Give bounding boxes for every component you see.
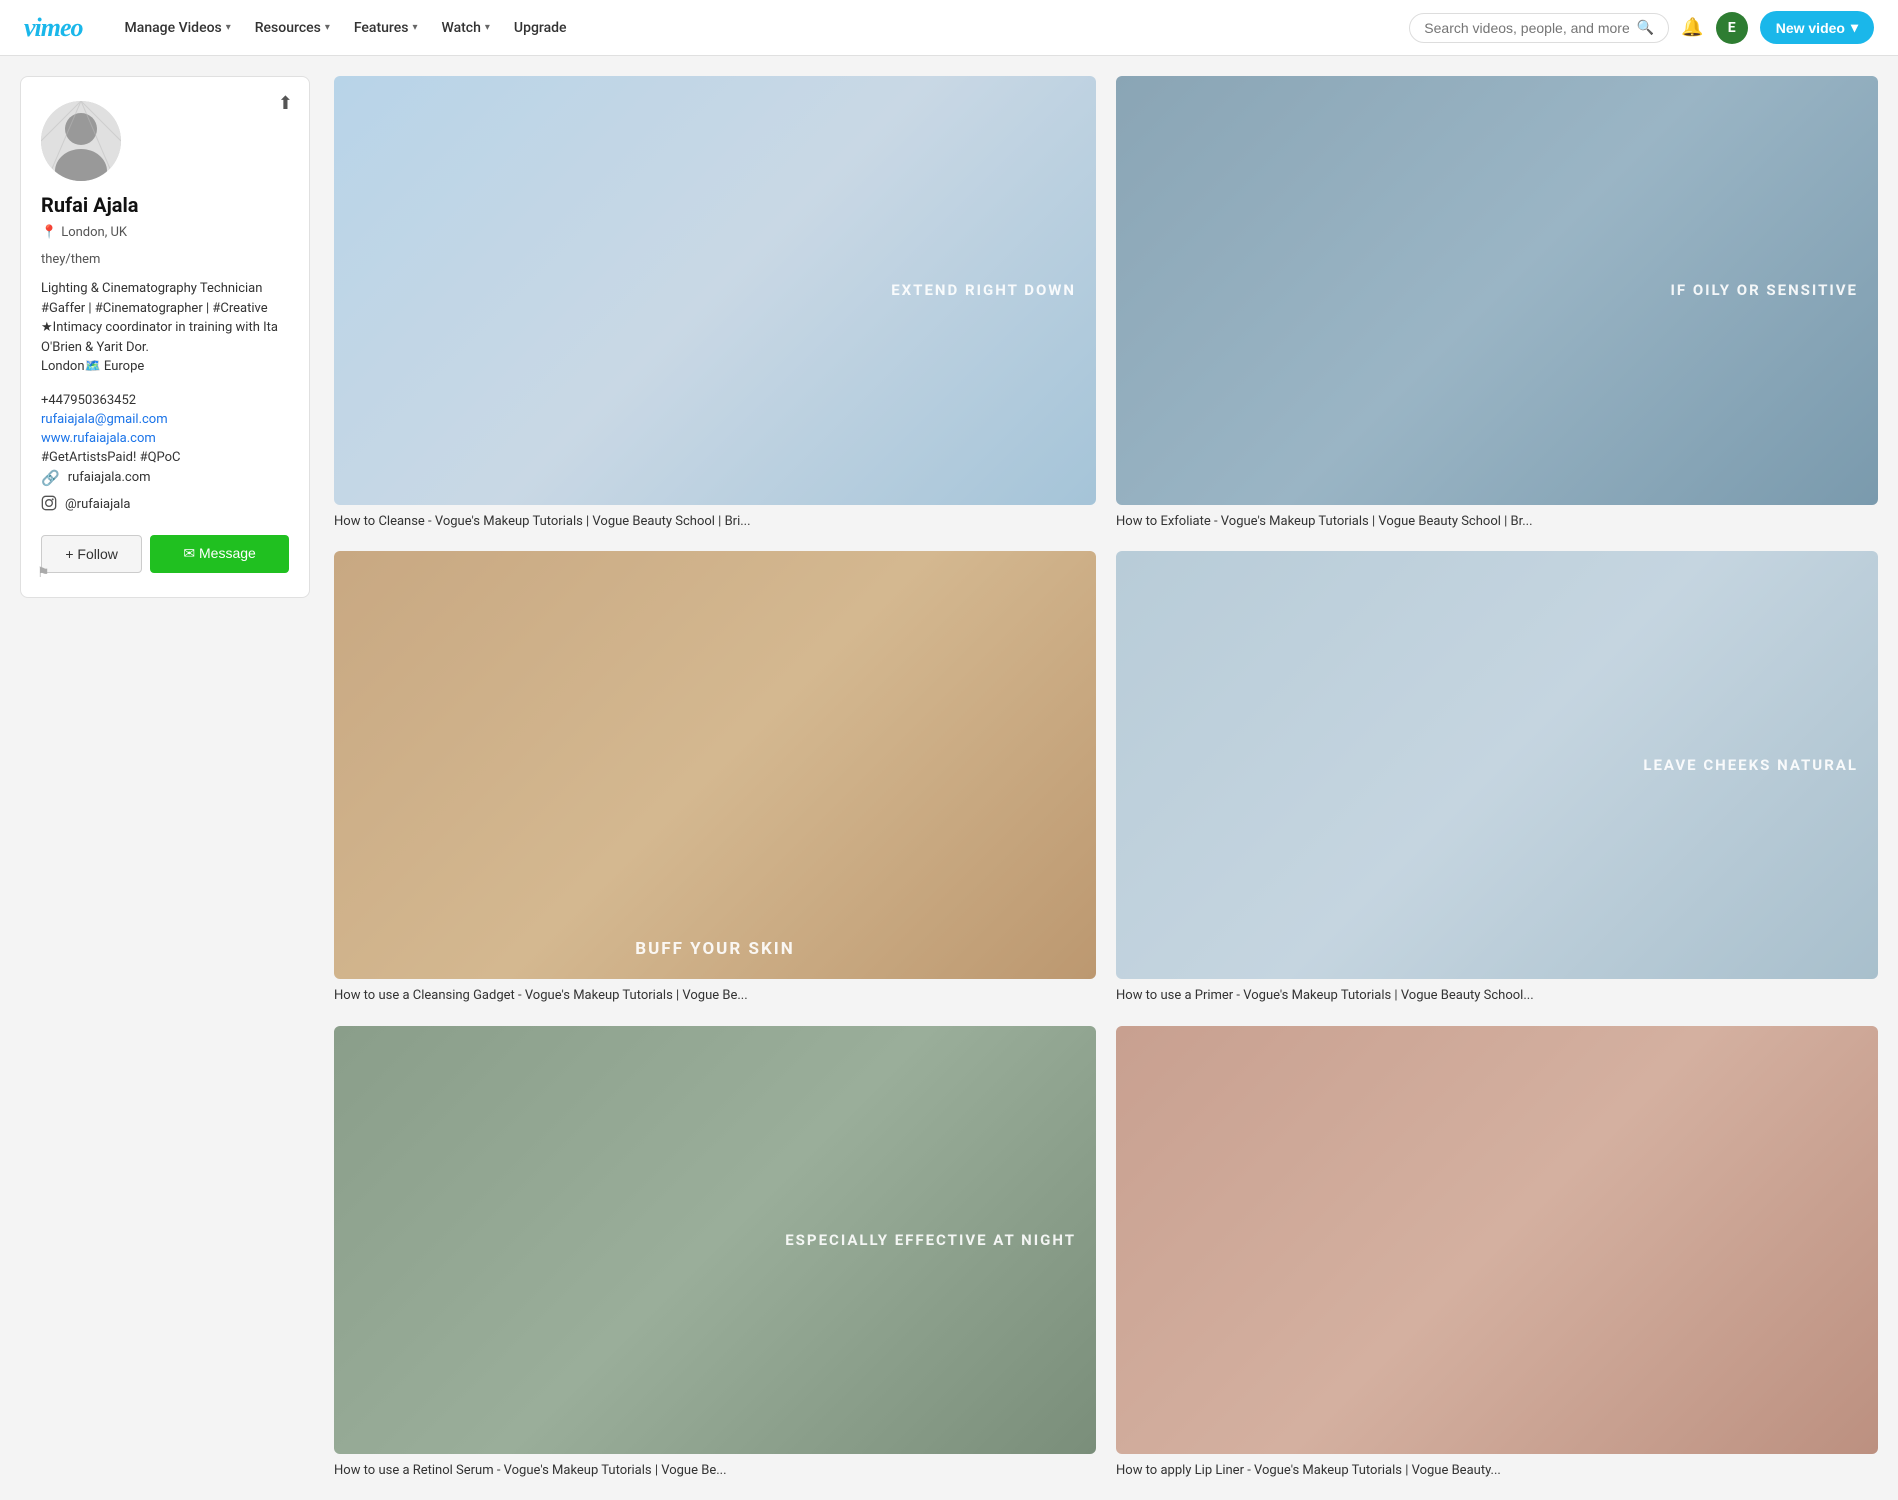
video-thumbnail: BUFF YOUR SKIN [334, 551, 1096, 980]
profile-email: rufaiajala@gmail.com [41, 412, 289, 427]
profile-hashtags: #GetArtistsPaid! #QPoC [41, 450, 289, 465]
nav-resources[interactable]: Resources ▾ [245, 14, 340, 42]
profile-location: 📍 London, UK [41, 225, 289, 240]
message-button[interactable]: ✉ Message [150, 535, 289, 573]
profile-bio: Lighting & Cinematography Technician #Ga… [41, 279, 289, 377]
video-grid: EXTEND RIGHT DOWN How to Cleanse - Vogue'… [334, 76, 1878, 1480]
profile-avatar [41, 101, 121, 181]
nav-manage-videos[interactable]: Manage Videos ▾ [115, 14, 241, 42]
chevron-down-icon: ▾ [485, 22, 490, 33]
nav-features[interactable]: Features ▾ [344, 14, 428, 42]
search-input[interactable] [1424, 20, 1629, 36]
video-thumbnail: ESPECIALLY EFFECTIVE AT NIGHT [334, 1026, 1096, 1455]
profile-phone: +447950363452 [41, 393, 289, 408]
main-header: vimeo Manage Videos ▾ Resources ▾ Featur… [0, 0, 1898, 56]
user-avatar[interactable]: E [1716, 12, 1748, 44]
thumbnail-text: BUFF YOUR SKIN [334, 939, 1096, 959]
thumbnail-text: EXTEND RIGHT DOWN [891, 279, 1076, 302]
video-thumbnail: IF OILY OR SENSITIVE [1116, 76, 1878, 505]
video-card[interactable]: IF OILY OR SENSITIVE How to Exfoliate - V… [1116, 76, 1878, 531]
profile-pronouns: they/them [41, 252, 289, 267]
video-title: How to Exfoliate - Vogue's Makeup Tutori… [1116, 513, 1878, 531]
video-thumbnail [1116, 1026, 1878, 1455]
vimeo-logo[interactable]: vimeo [24, 13, 83, 43]
chevron-down-icon: ▾ [1851, 19, 1858, 36]
profile-link-row: 🔗 rufaiajala.com [41, 469, 289, 487]
video-section: EXTEND RIGHT DOWN How to Cleanse - Vogue'… [310, 56, 1898, 1500]
thumbnail-text: IF OILY OR SENSITIVE [1670, 279, 1858, 302]
main-content: ⬆ Rufai Ajala 📍 London, UK they/them [0, 56, 1898, 1500]
main-nav: Manage Videos ▾ Resources ▾ Features ▾ W… [115, 14, 1378, 42]
thumbnail-text: LEAVE CHEEKS NATURAL [1643, 754, 1858, 777]
video-card[interactable]: BUFF YOUR SKIN How to use a Cleansing Gad… [334, 551, 1096, 1006]
nav-watch[interactable]: Watch ▾ [431, 14, 499, 42]
location-pin-icon: 📍 [41, 225, 57, 240]
video-card[interactable]: EXTEND RIGHT DOWN How to Cleanse - Vogue'… [334, 76, 1096, 531]
profile-card: ⬆ Rufai Ajala 📍 London, UK they/them [20, 76, 310, 598]
search-bar[interactable]: 🔍 [1409, 13, 1669, 43]
video-card[interactable]: LEAVE CHEEKS NATURAL How to use a Primer … [1116, 551, 1878, 1006]
search-icon: 🔍 [1637, 20, 1654, 36]
video-card[interactable]: ESPECIALLY EFFECTIVE AT NIGHT How to use … [334, 1026, 1096, 1481]
share-button[interactable]: ⬆ [278, 93, 293, 114]
notification-bell-icon[interactable]: 🔔 [1681, 17, 1703, 38]
chevron-down-icon: ▾ [412, 22, 417, 33]
video-card[interactable]: How to apply Lip Liner - Vogue's Makeup … [1116, 1026, 1878, 1481]
follow-button[interactable]: + Follow [41, 535, 142, 573]
thumbnail-text: ESPECIALLY EFFECTIVE AT NIGHT [785, 1229, 1076, 1252]
video-title: How to apply Lip Liner - Vogue's Makeup … [1116, 1462, 1878, 1480]
flag-icon[interactable]: ⚑ [37, 565, 50, 581]
profile-instagram-row: @rufaiajala [41, 495, 289, 515]
video-thumbnail: LEAVE CHEEKS NATURAL [1116, 551, 1878, 980]
profile-name: Rufai Ajala [41, 193, 289, 217]
video-thumbnail: EXTEND RIGHT DOWN [334, 76, 1096, 505]
profile-website: www.rufaiajala.com [41, 431, 289, 446]
nav-upgrade[interactable]: Upgrade [504, 14, 577, 42]
video-title: How to use a Retinol Serum - Vogue's Mak… [334, 1462, 1096, 1480]
video-title: How to use a Primer - Vogue's Makeup Tut… [1116, 987, 1878, 1005]
profile-actions: + Follow ✉ Message [41, 535, 289, 573]
link-icon: 🔗 [41, 469, 60, 487]
chevron-down-icon: ▾ [226, 22, 231, 33]
instagram-icon [41, 495, 57, 515]
chevron-down-icon: ▾ [325, 22, 330, 33]
header-right: 🔍 🔔 E New video ▾ [1409, 11, 1874, 44]
new-video-button[interactable]: New video ▾ [1760, 11, 1874, 44]
video-title: How to use a Cleansing Gadget - Vogue's … [334, 987, 1096, 1005]
video-title: How to Cleanse - Vogue's Makeup Tutorial… [334, 513, 1096, 531]
